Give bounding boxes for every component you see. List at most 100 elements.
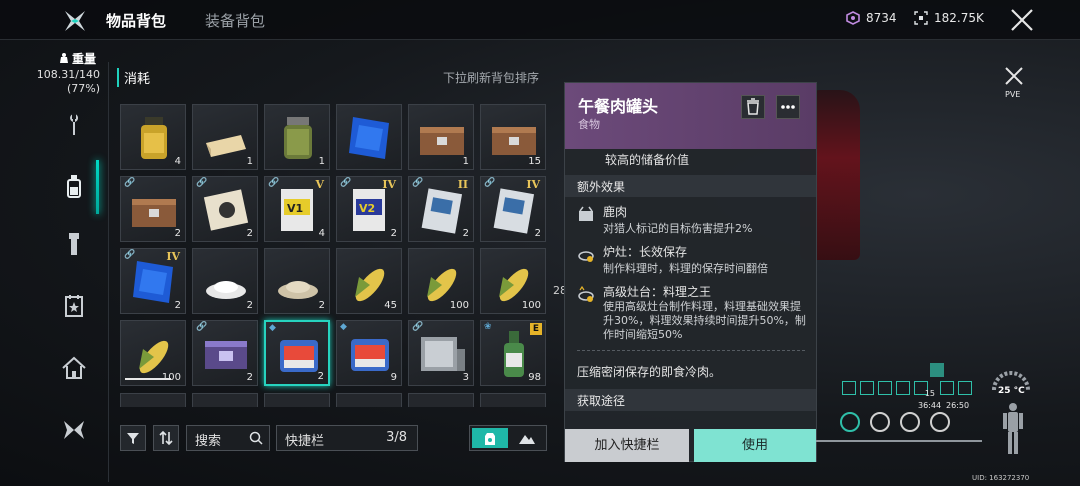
item-count: 100: [449, 300, 469, 311]
inventory-slot[interactable]: ❀ E 98: [480, 320, 546, 386]
inventory-slot[interactable]: 15: [480, 104, 546, 170]
currency-b: 182.75K: [914, 11, 984, 25]
inventory-slot[interactable]: [336, 104, 402, 170]
inventory-slot[interactable]: 2: [192, 248, 258, 314]
sort-button[interactable]: [153, 425, 179, 451]
flower-icon: ❀: [484, 322, 492, 332]
quickbar-count: 3/8: [386, 430, 407, 445]
more-button[interactable]: [776, 95, 800, 119]
weight-label: 重量: [72, 52, 97, 66]
tier-badge: II: [457, 178, 468, 191]
item-count: 100: [161, 372, 181, 383]
search-input[interactable]: 搜索: [186, 425, 270, 451]
item-count: 2: [246, 372, 253, 383]
item-count: 98: [528, 372, 541, 383]
item-flour-icon: [278, 281, 318, 299]
discard-button[interactable]: [741, 95, 765, 119]
house-icon[interactable]: [60, 354, 88, 382]
target-frame-icon: [914, 11, 928, 25]
bottle-icon[interactable]: [60, 172, 88, 200]
item-spam-can-icon: [351, 339, 389, 371]
inventory-slot[interactable]: 🔗 IV 2: [120, 248, 186, 314]
mountain-icon[interactable]: [518, 431, 536, 445]
status-icon: 15: [914, 381, 935, 398]
stat-b: 26:50: [946, 401, 970, 410]
item-count: 1: [318, 156, 325, 167]
item-crate-icon: [132, 199, 176, 227]
inventory-slot[interactable]: 🔗 2: [192, 176, 258, 242]
pve-mode-icon[interactable]: [1000, 66, 1028, 88]
tab-item-bag[interactable]: 物品背包: [106, 10, 166, 31]
item-count: 2: [246, 228, 253, 239]
svg-text:V2: V2: [359, 202, 375, 215]
tab-equip-bag[interactable]: 装备背包: [205, 10, 265, 31]
reserve-value: 较高的储备价值: [605, 153, 690, 167]
badge-icon[interactable]: [60, 292, 88, 320]
view-toggle[interactable]: [469, 425, 547, 451]
inventory-slot[interactable]: 45: [336, 248, 402, 314]
grid-next-row: [120, 393, 546, 407]
status-icon: [896, 381, 910, 395]
extra-effects-header: 额外效果: [565, 175, 816, 197]
quickbar-selector[interactable]: 快捷栏 3/8: [276, 425, 418, 451]
inventory-slot[interactable]: 4: [120, 104, 186, 170]
rarity-badge: E: [530, 323, 542, 335]
inventory-slot[interactable]: 2: [264, 248, 330, 314]
trash-icon: [747, 98, 759, 115]
inventory-slot[interactable]: 🔗 IV 2: [480, 176, 546, 242]
uid-label: UID: 163272370: [972, 474, 1030, 482]
item-type: 食物: [578, 118, 600, 131]
effect-title: 炉灶：长效保存: [603, 245, 688, 259]
inventory-slot[interactable]: V1 🔗 V 4: [264, 176, 330, 242]
inventory-slot[interactable]: 🔗 3: [408, 320, 474, 386]
temperature: 25 °C: [998, 386, 1025, 396]
inventory-slot[interactable]: 1: [408, 104, 474, 170]
link-icon: 🔗: [124, 178, 136, 188]
item-detail-panel: 午餐肉罐头 食物 较高的储备价值 额外效果 鹿肉 对猎人标记的目标伤害提升2% …: [564, 82, 817, 462]
game-logo-icon: [65, 11, 85, 31]
flashlight-icon[interactable]: [60, 230, 88, 258]
section-title: 消耗: [117, 68, 150, 87]
weight-percent: (77%): [66, 82, 100, 95]
item-count: 2: [462, 228, 469, 239]
inventory-slot[interactable]: 🔗 II 2: [408, 176, 474, 242]
inventory-slot[interactable]: 1: [192, 104, 258, 170]
filter-icon: [127, 433, 139, 444]
wrench-icon[interactable]: [60, 110, 88, 138]
source-header[interactable]: 获取途径: [565, 389, 816, 411]
inventory-slot[interactable]: 100: [408, 248, 474, 314]
inventory-slot[interactable]: ◆ 2: [264, 320, 330, 386]
link-icon: 🔗: [340, 178, 352, 188]
add-quickbar-button[interactable]: 加入快捷栏: [565, 429, 689, 462]
inventory-slot[interactable]: 🔗 2: [120, 176, 186, 242]
deer-icon: [579, 206, 593, 221]
item-pickle-jar-icon: [284, 117, 312, 159]
toggle-bag-option[interactable]: [472, 428, 508, 448]
status-icon: [940, 381, 954, 395]
item-blueprint-icon: [493, 188, 535, 234]
inventory-slot[interactable]: 100: [480, 248, 546, 314]
more-icon: [781, 105, 795, 109]
item-vcard-blue-icon: V2: [353, 189, 385, 231]
inventory-slot[interactable]: 100: [120, 320, 186, 386]
item-count: 45: [384, 300, 397, 311]
inventory-slot[interactable]: 🔗 2: [192, 320, 258, 386]
filter-button[interactable]: [120, 425, 146, 451]
use-button[interactable]: 使用: [694, 429, 816, 462]
butterfly-icon[interactable]: [60, 416, 88, 444]
item-blue-card-icon: [349, 117, 389, 159]
close-icon[interactable]: [1008, 6, 1036, 34]
quickbar-label: 快捷栏: [285, 434, 325, 449]
tier-badge: V: [315, 178, 324, 191]
currency-a-value: 8734: [866, 11, 897, 25]
inventory-slot[interactable]: V2 🔗 IV 2: [336, 176, 402, 242]
health-bar: [816, 440, 982, 442]
inventory-slot[interactable]: 1: [264, 104, 330, 170]
link-icon: 🔗: [484, 178, 496, 188]
effect-desc: 对猎人标记的目标伤害提升2%: [603, 222, 753, 235]
item-count: 2: [390, 228, 397, 239]
link-icon: 🔗: [412, 322, 424, 332]
inventory-slot[interactable]: ◆ 9: [336, 320, 402, 386]
svg-text:V1: V1: [287, 202, 303, 215]
item-vcard-yellow-icon: V1: [281, 189, 313, 231]
